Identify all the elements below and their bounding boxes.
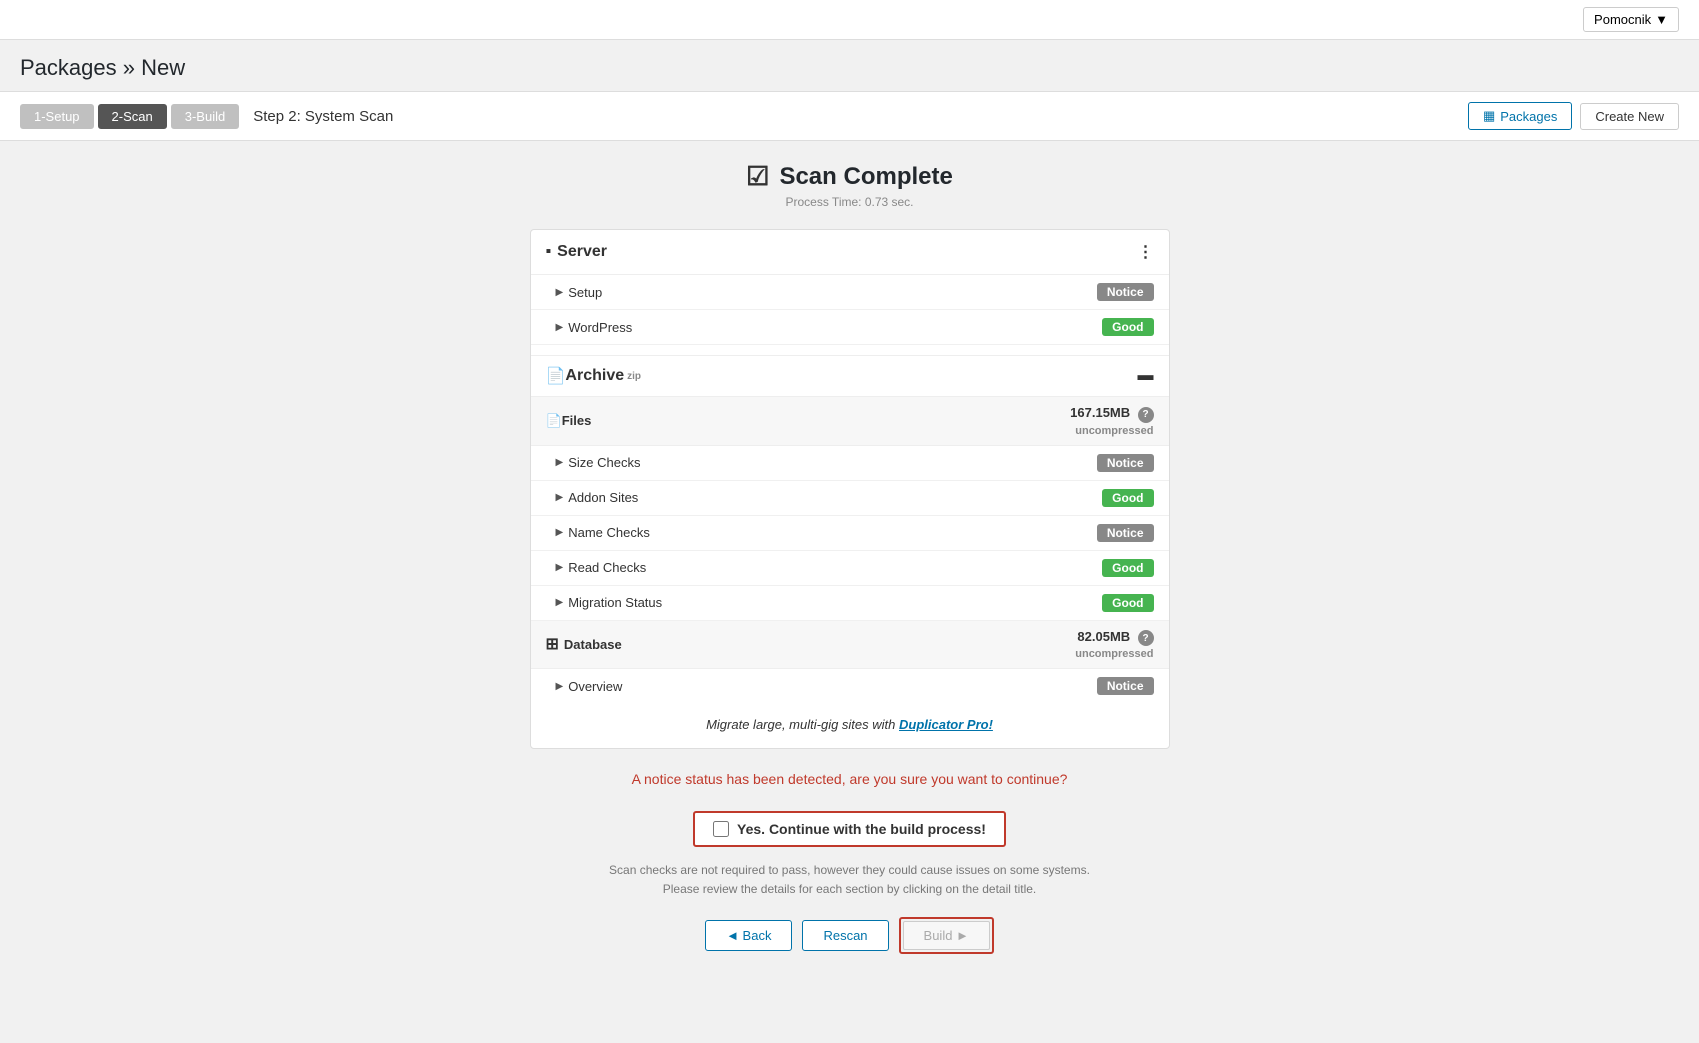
create-new-button[interactable]: Create New (1580, 103, 1679, 130)
addon-sites-row: ▶ Addon Sites Good (531, 481, 1169, 516)
read-checks-arrow-icon: ▶ (556, 562, 564, 573)
confirm-checkbox-row: Yes. Continue with the build process! (693, 811, 1006, 847)
page-title: Packages » New (0, 40, 1699, 91)
top-bar: Pomocnik ▼ (0, 0, 1699, 40)
size-checks-label: Size Checks (568, 455, 640, 470)
archive-icon: 📄 (546, 366, 566, 386)
files-size: 167.15MB ? uncompressed (1070, 405, 1153, 437)
setup-arrow-icon: ▶ (556, 287, 564, 298)
wordpress-arrow-icon: ▶ (556, 322, 564, 333)
confirmation-area: A notice status has been detected, are y… (20, 771, 1679, 974)
scan-card: ▪ Server ⋮ ▶ Setup Notice ▶ WordPress Go… (530, 229, 1170, 749)
confirm-label[interactable]: Yes. Continue with the build process! (737, 821, 986, 837)
action-buttons: ◄ Back Rescan Build ► (20, 917, 1679, 974)
setup-label: Setup (568, 285, 602, 300)
files-subsection-header: 📄 Files 167.15MB ? uncompressed (531, 397, 1169, 446)
rescan-button[interactable]: Rescan (802, 920, 888, 951)
back-button[interactable]: ◄ Back (705, 920, 792, 951)
migrate-promo: Migrate large, multi-gig sites with Dupl… (531, 703, 1169, 738)
scan-note-line2: Please review the details for each secti… (663, 882, 1037, 896)
read-checks-badge: Good (1102, 559, 1153, 577)
files-icon: 📄 (546, 413, 562, 429)
build-button[interactable]: Build ► (903, 921, 990, 950)
setup-row: ▶ Setup Notice (531, 275, 1169, 310)
build-button-wrapper: Build ► (899, 917, 994, 954)
size-checks-row: ▶ Size Checks Notice (531, 446, 1169, 481)
scan-note: Scan checks are not required to pass, ho… (20, 861, 1679, 899)
archive-format: zip (627, 371, 641, 382)
files-label: Files (562, 413, 592, 428)
checkbox-checked-icon: ☑ (746, 161, 769, 192)
name-checks-badge: Notice (1097, 524, 1154, 542)
db-help-icon: ? (1138, 630, 1154, 646)
wordpress-label: WordPress (568, 320, 632, 335)
wordpress-row: ▶ WordPress Good (531, 310, 1169, 345)
size-checks-arrow-icon: ▶ (556, 457, 564, 468)
scan-note-line1: Scan checks are not required to pass, ho… (609, 863, 1090, 877)
database-label: Database (564, 637, 622, 652)
db-size: 82.05MB ? uncompressed (1075, 629, 1153, 661)
server-icon: ▪ (546, 243, 552, 261)
migration-status-row: ▶ Migration Status Good (531, 586, 1169, 621)
server-title: Server (557, 243, 607, 261)
steps-bar: 1-Setup 2-Scan 3-Build Step 2: System Sc… (0, 91, 1699, 141)
duplicator-pro-link[interactable]: Duplicator Pro! (899, 717, 993, 732)
files-size-note: uncompressed (1075, 425, 1153, 437)
addon-sites-arrow-icon: ▶ (556, 492, 564, 503)
archive-section: 📄 Archive zip ▬ 📄 Files 167.15MB ? uncom… (531, 355, 1169, 703)
database-subsection-header: ⊞ Database 82.05MB ? uncompressed (531, 621, 1169, 670)
read-checks-label: Read Checks (568, 560, 646, 575)
addon-sites-badge: Good (1102, 489, 1153, 507)
migration-status-arrow-icon: ▶ (556, 597, 564, 608)
server-menu-icon: ⋮ (1138, 242, 1154, 262)
name-checks-arrow-icon: ▶ (556, 527, 564, 538)
overview-arrow-icon: ▶ (556, 681, 564, 692)
archive-title: Archive (565, 367, 624, 385)
addon-sites-label: Addon Sites (568, 490, 638, 505)
name-checks-label: Name Checks (568, 525, 650, 540)
chevron-down-icon: ▼ (1655, 12, 1668, 27)
migration-status-badge: Good (1102, 594, 1153, 612)
archive-collapse-icon: ▬ (1138, 367, 1154, 385)
step1-button[interactable]: 1-Setup (20, 104, 94, 129)
files-help-icon: ? (1138, 407, 1154, 423)
db-size-note: uncompressed (1075, 648, 1153, 660)
packages-icon: ▦ (1483, 108, 1495, 124)
wordpress-badge: Good (1102, 318, 1153, 336)
process-time: Process Time: 0.73 sec. (20, 195, 1679, 209)
main-content: ☑ Scan Complete Process Time: 0.73 sec. … (0, 141, 1699, 994)
database-icon: ⊞ (546, 634, 559, 654)
read-checks-row: ▶ Read Checks Good (531, 551, 1169, 586)
overview-row: ▶ Overview Notice (531, 669, 1169, 703)
overview-badge: Notice (1097, 677, 1154, 695)
pomocnik-label: Pomocnik (1594, 12, 1651, 27)
server-section-header: ▪ Server ⋮ (531, 230, 1169, 275)
archive-header: 📄 Archive zip ▬ (531, 356, 1169, 397)
promo-text: Migrate large, multi-gig sites with (706, 717, 899, 732)
scan-complete-text: Scan Complete (779, 163, 952, 191)
notice-warning-text: A notice status has been detected, are y… (20, 771, 1679, 787)
step3-button[interactable]: 3-Build (171, 104, 239, 129)
name-checks-row: ▶ Name Checks Notice (531, 516, 1169, 551)
scan-complete-title: ☑ Scan Complete (20, 161, 1679, 192)
packages-button[interactable]: ▦ Packages (1468, 102, 1572, 130)
confirm-checkbox[interactable] (713, 821, 729, 837)
setup-badge: Notice (1097, 283, 1154, 301)
step2-button[interactable]: 2-Scan (98, 104, 167, 129)
current-step-label: Step 2: System Scan (253, 108, 393, 125)
migration-status-label: Migration Status (568, 595, 662, 610)
scan-complete-header: ☑ Scan Complete Process Time: 0.73 sec. (20, 161, 1679, 209)
packages-label: Packages (1500, 109, 1557, 124)
pomocnik-button[interactable]: Pomocnik ▼ (1583, 7, 1679, 32)
overview-label: Overview (568, 679, 622, 694)
size-checks-badge: Notice (1097, 454, 1154, 472)
